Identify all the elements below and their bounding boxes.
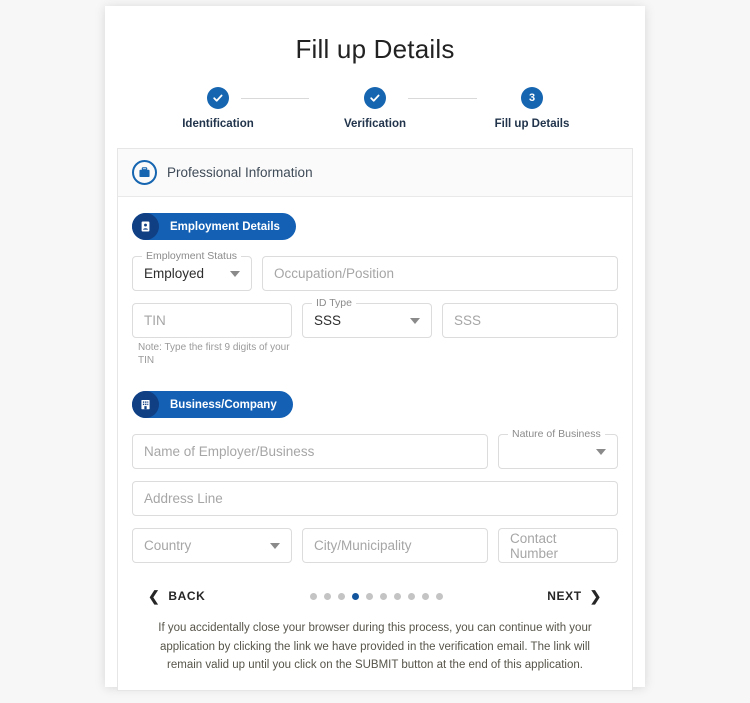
country-select[interactable]: Country xyxy=(132,528,292,563)
step-3-label: Fill up Details xyxy=(494,118,570,130)
page-background: Fill up Details Identification Verificat… xyxy=(0,0,750,703)
id-type-label: ID Type xyxy=(312,297,356,309)
professional-information-panel: Professional Information Employment Deta… xyxy=(117,148,633,691)
address-line-input[interactable]: Address Line xyxy=(132,481,618,516)
step-3-circle: 3 xyxy=(521,87,543,109)
chevron-down-icon xyxy=(410,317,420,324)
step-1-circle xyxy=(207,87,229,109)
badge-employment-details-label: Employment Details xyxy=(170,220,280,233)
employer-business-name-placeholder: Name of Employer/Business xyxy=(144,444,315,459)
pagination-dot[interactable] xyxy=(351,592,359,600)
building-icon xyxy=(132,391,159,418)
occupation-position-placeholder: Occupation/Position xyxy=(274,266,395,281)
tin-note: Note: Type the first 9 digits of your TI… xyxy=(138,342,290,366)
nature-of-business-select[interactable]: Nature of Business xyxy=(498,428,618,469)
row-tin-id: TIN Note: Type the first 9 digits of you… xyxy=(132,297,618,367)
back-button[interactable]: ❮ BACK xyxy=(148,589,205,603)
next-button-label: NEXT xyxy=(547,589,582,603)
step-2-label: Verification xyxy=(344,118,406,130)
country-placeholder: Country xyxy=(144,538,192,553)
contact-number-placeholder: Contact Number xyxy=(510,530,559,561)
badge-business-company: Business/Company xyxy=(132,391,293,418)
tin-input[interactable]: TIN xyxy=(132,303,292,338)
pagination-dot[interactable] xyxy=(337,592,345,600)
panel-title: Professional Information xyxy=(167,165,313,180)
tin-placeholder: TIN xyxy=(144,313,166,328)
panel-header: Professional Information xyxy=(118,149,632,197)
chevron-right-icon: ❯ xyxy=(589,588,602,604)
step-2-circle xyxy=(364,87,386,109)
pagination-dot[interactable] xyxy=(379,592,387,600)
step-1-label: Identification xyxy=(182,118,254,130)
tin-group: TIN Note: Type the first 9 digits of you… xyxy=(132,303,292,367)
id-card-icon xyxy=(132,213,159,240)
id-number-placeholder: SSS xyxy=(454,313,482,328)
address-line-placeholder: Address Line xyxy=(144,491,223,506)
employment-status-label: Employment Status xyxy=(142,250,242,262)
back-button-label: BACK xyxy=(168,589,206,603)
nature-of-business-label: Nature of Business xyxy=(508,428,605,440)
occupation-position-input[interactable]: Occupation/Position xyxy=(262,256,618,291)
check-icon xyxy=(369,92,381,104)
application-card: Fill up Details Identification Verificat… xyxy=(105,6,645,691)
page-title: Fill up Details xyxy=(295,34,455,64)
row-country-city-contact: Country City/Municipality Contact Number xyxy=(132,528,618,563)
pagination-dot[interactable] xyxy=(365,592,373,600)
pagination-dot[interactable] xyxy=(323,592,331,600)
pagination-dot[interactable] xyxy=(435,592,443,600)
pagination-dot[interactable] xyxy=(309,592,317,600)
panel-body: Employment Details Employment Status Emp… xyxy=(118,197,632,675)
pagination-dot[interactable] xyxy=(407,592,415,600)
employment-status-select[interactable]: Employment Status Employed xyxy=(132,250,252,291)
pagination-dots xyxy=(309,592,443,600)
chevron-down-icon xyxy=(270,542,280,549)
progress-stepper: Identification Verification 3 Fill up De… xyxy=(163,87,587,130)
id-type-value: SSS xyxy=(314,313,342,328)
employment-status-value: Employed xyxy=(144,266,205,281)
row-employer-nature: Name of Employer/Business Nature of Busi… xyxy=(132,428,618,469)
pagination-dot[interactable] xyxy=(421,592,429,600)
id-type-select[interactable]: ID Type SSS xyxy=(302,297,432,338)
row-employment-status: Employment Status Employed Occupation/Po… xyxy=(132,250,618,291)
id-number-input[interactable]: SSS xyxy=(442,303,618,338)
step-fill-up-details[interactable]: 3 Fill up Details xyxy=(477,87,587,130)
chevron-left-icon: ❮ xyxy=(148,588,161,604)
check-icon xyxy=(212,92,224,104)
briefcase-icon xyxy=(132,160,157,185)
employer-business-name-input[interactable]: Name of Employer/Business xyxy=(132,434,488,469)
chevron-down-icon xyxy=(230,270,240,277)
disclaimer-text: If you accidentally close your browser d… xyxy=(158,622,592,672)
contact-number-input[interactable]: Contact Number xyxy=(498,528,618,563)
step-verification[interactable]: Verification xyxy=(320,87,430,130)
city-municipality-input[interactable]: City/Municipality xyxy=(302,528,488,563)
badge-employment-details: Employment Details xyxy=(132,213,296,240)
wizard-navigation: ❮ BACK NEXT ❯ xyxy=(132,575,618,603)
chevron-down-icon xyxy=(596,448,606,455)
city-municipality-placeholder: City/Municipality xyxy=(314,538,412,553)
badge-business-company-label: Business/Company xyxy=(170,398,277,411)
next-button[interactable]: NEXT ❯ xyxy=(547,589,602,603)
row-address: Address Line xyxy=(132,481,618,516)
step-identification[interactable]: Identification xyxy=(163,87,273,130)
pagination-dot[interactable] xyxy=(393,592,401,600)
